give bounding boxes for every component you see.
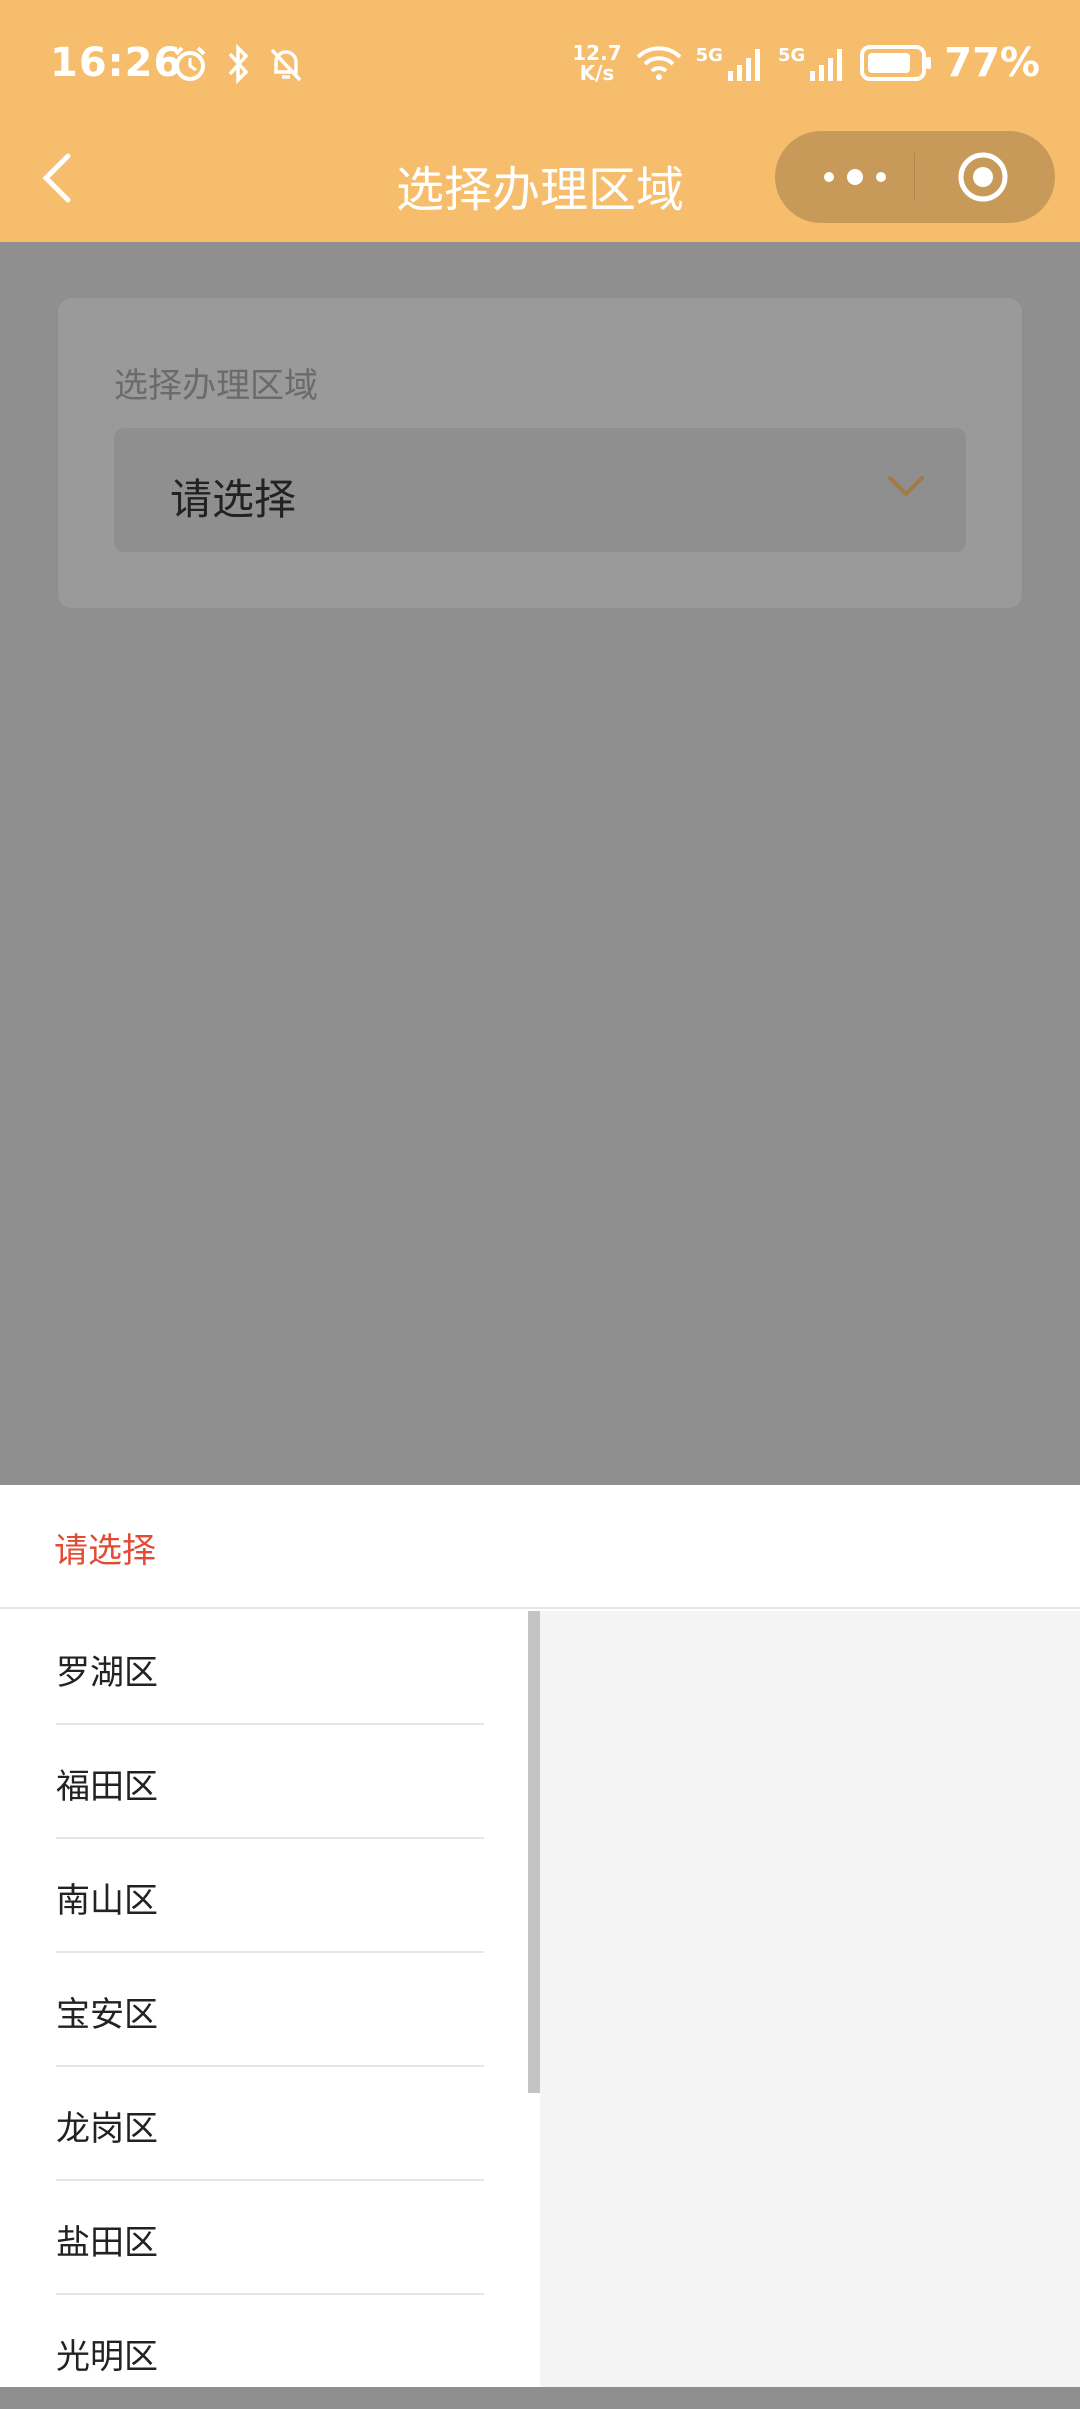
- mini-program-capsule: [775, 131, 1055, 223]
- list-scrollbar[interactable]: [528, 1611, 540, 2093]
- list-item[interactable]: 宝安区: [56, 1953, 484, 2067]
- list-item[interactable]: 福田区: [56, 1725, 484, 1839]
- region-select-value: 请选择: [170, 475, 297, 524]
- bluetooth-icon: [228, 44, 249, 84]
- mute-bell-icon: [270, 48, 302, 82]
- alarm-icon: [174, 46, 206, 81]
- signal-bars-icon: [727, 49, 760, 81]
- list-item[interactable]: 龙岗区: [56, 2067, 484, 2181]
- more-dots-icon[interactable]: [815, 161, 895, 193]
- net-speed: 12.7 K/s: [572, 41, 622, 85]
- chevron-down-icon: [888, 476, 924, 497]
- list-item[interactable]: 盐田区: [56, 2181, 484, 2295]
- region-form-card: 选择办理区域 请选择: [58, 298, 1022, 608]
- status-time: 16:26: [50, 40, 183, 86]
- top-bar: 16:26 12.7 K/s 5G 5G 77% 选择办理区域: [0, 0, 1080, 242]
- list-item[interactable]: 光明区: [56, 2295, 484, 2409]
- district-list[interactable]: 罗湖区 福田区 南山区 宝安区 龙岗区 盐田区 光明区: [0, 1611, 540, 2387]
- target-icon[interactable]: [957, 151, 1009, 203]
- region-label: 选择办理区域: [114, 366, 318, 406]
- battery-percent: 77%: [944, 40, 1040, 86]
- picker-header: 请选择: [0, 1485, 1080, 1609]
- sub-district-pane: [540, 1611, 1080, 2387]
- list-item[interactable]: 罗湖区: [56, 1611, 484, 1725]
- signal-2: 5G: [778, 45, 848, 81]
- wifi-icon: [636, 46, 682, 80]
- picker-title[interactable]: 请选择: [54, 1523, 156, 1572]
- region-picker-sheet: 请选择 罗湖区 福田区 南山区 宝安区 龙岗区 盐田区 光明区: [0, 1485, 1080, 2387]
- signal-bars-icon: [810, 49, 843, 81]
- status-bar: 16:26 12.7 K/s 5G 5G 77%: [0, 0, 1080, 130]
- region-select[interactable]: 请选择: [114, 428, 966, 552]
- battery-icon: [860, 45, 932, 81]
- signal-1: 5G: [696, 45, 766, 81]
- list-item[interactable]: 南山区: [56, 1839, 484, 1953]
